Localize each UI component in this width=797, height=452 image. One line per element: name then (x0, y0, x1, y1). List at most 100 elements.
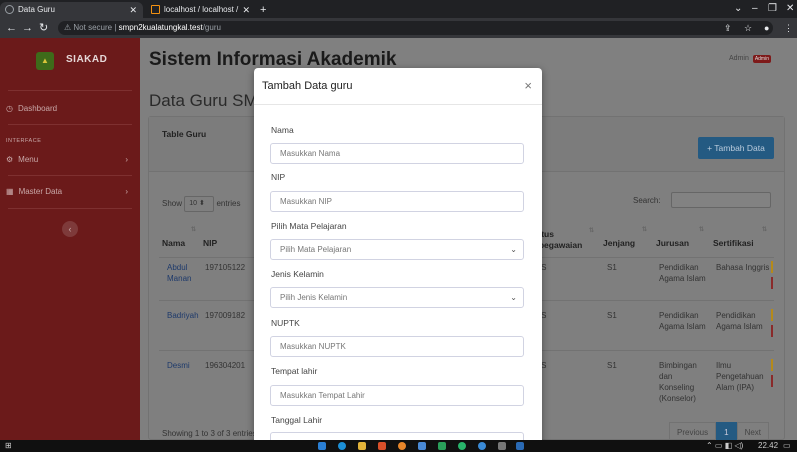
pagination-next[interactable]: Next (736, 422, 770, 440)
search-label: Search: (633, 196, 661, 205)
nuptk-input[interactable]: Masukkan NUPTK (270, 336, 524, 357)
nama-input[interactable]: Masukkan Nama (270, 143, 524, 164)
sidebar-brand[interactable]: ▲ SIAKAD (0, 38, 140, 80)
profile-icon[interactable]: ● (764, 21, 769, 35)
brand-name: SIAKAD (66, 54, 108, 65)
chrome-icon[interactable] (398, 442, 406, 450)
action-delete-button[interactable] (771, 375, 773, 387)
security-label: Not secure (73, 23, 113, 32)
close-tab-icon[interactable]: ✕ (242, 2, 250, 18)
tanggal-lahir-input[interactable] (270, 432, 524, 440)
reload-icon[interactable]: ↻ (39, 21, 48, 35)
modal-header: Tambah Data guru × (254, 68, 542, 105)
tab-data-guru[interactable]: Data Guru ✕ (0, 2, 143, 18)
sort-icon: ⇅ (641, 227, 647, 233)
user-name: Admin (729, 55, 749, 62)
new-tab-icon[interactable]: + (260, 2, 266, 18)
pagination-page-1[interactable]: 1 (716, 422, 737, 440)
column-header-sertifikasi[interactable]: ⇅ Sertifikasi (713, 220, 771, 256)
back-icon[interactable]: ← (6, 21, 17, 35)
sidebar-heading: INTERFACE (6, 138, 42, 144)
cell-nama[interactable]: Badriyah (167, 310, 199, 321)
cell-nama[interactable]: Desmi (167, 360, 190, 371)
cell-sertifikasi: Bahasa Inggris (716, 263, 770, 272)
field-label-mapel: Pilih Mata Pelajaran (271, 221, 347, 231)
select-value: Pilih Mata Pelajaran (280, 245, 352, 254)
bookmark-star-icon[interactable]: ☆ (744, 21, 752, 35)
vscode-icon[interactable] (318, 442, 326, 450)
entries-select[interactable]: 10 ⬍ (184, 196, 215, 212)
field-label-tanggal-lahir: Tanggal Lahir (271, 415, 323, 425)
app-icon[interactable] (498, 442, 506, 450)
cell-nama[interactable]: Abdul Manan (167, 262, 201, 284)
clock: 22.42 (758, 441, 779, 450)
system-tray-icons[interactable]: ⌃ ▭ ◧ ◁) (706, 441, 743, 451)
window-close-icon[interactable]: ✕ (786, 2, 794, 16)
dashboard-icon: ◷ (6, 104, 13, 113)
tab-label: Data Guru (18, 5, 55, 14)
action-edit-button[interactable] (771, 309, 773, 321)
phpmyadmin-icon (151, 5, 160, 14)
column-header-nama[interactable]: ⇅ Nama (162, 220, 200, 256)
sidebar-toggle-button[interactable]: ‹ (62, 221, 78, 237)
action-edit-button[interactable] (771, 261, 773, 273)
app-icon[interactable] (516, 442, 524, 450)
cell-jenjang: S1 (607, 361, 617, 370)
column-header-jenjang[interactable]: ⇅ Jenjang (603, 220, 651, 256)
cell-jurusan: Pendidikan Agama Islam (659, 311, 706, 331)
menu-kebab-icon[interactable]: ⋮ (784, 21, 793, 35)
cell-nip: 196304201 (205, 361, 246, 370)
app-icon[interactable] (458, 442, 466, 450)
app-icon[interactable] (478, 442, 486, 450)
tab-search-chevron-icon[interactable]: ⌄ (734, 2, 742, 16)
pagination-previous[interactable]: Previous (669, 422, 717, 440)
sidebar-item-menu[interactable]: ⚙ Menu (6, 155, 134, 164)
tab-phpmyadmin[interactable]: localhost / localhost / smp2kuala ✕ (146, 2, 256, 30)
column-header-jurusan[interactable]: ⇅ Jurusan (656, 220, 708, 256)
minimize-icon[interactable]: – (752, 2, 758, 16)
cell-sertifikasi: Pendidikan Agama Islam (716, 311, 763, 331)
address-toolbar: ← → ↻ ⚠ Not secure | smpn2kualatungkal.t… (0, 18, 797, 38)
sidebar-item-label: Dashboard (17, 104, 58, 113)
tempat-lahir-input[interactable]: Masukkan Tempat Lahir (270, 385, 524, 406)
field-label-jenis-kelamin: Jenis Kelamin (271, 269, 324, 279)
sort-icon: ⇅ (190, 227, 196, 233)
edge-icon[interactable] (338, 442, 346, 450)
app-icon[interactable] (378, 442, 386, 450)
add-data-button[interactable]: + Tambah Data (698, 137, 774, 159)
restore-icon[interactable]: ❐ (768, 2, 777, 16)
notification-icon[interactable]: ▭ (783, 441, 791, 451)
mata-pelajaran-select[interactable]: Pilih Mata Pelajaran ⌄ (270, 239, 524, 260)
sidebar-item-label: Menu (18, 155, 39, 164)
url-path: /guru (202, 23, 221, 32)
sidebar-item-label: Master Data (18, 187, 63, 196)
action-delete-button[interactable] (771, 325, 773, 337)
browser-tab-strip: Data Guru ✕ localhost / localhost / smp2… (0, 0, 797, 30)
file-explorer-icon[interactable] (358, 442, 366, 450)
sort-icon: ⇅ (588, 228, 594, 234)
pagination: Previous 1 Next (669, 422, 770, 440)
action-edit-button[interactable] (771, 359, 773, 371)
app-icon[interactable] (418, 442, 426, 450)
table-icon: ▦ (6, 187, 14, 196)
close-tab-icon[interactable]: ✕ (129, 2, 137, 18)
modal-close-button[interactable]: × (524, 78, 532, 93)
address-bar[interactable]: ⚠ Not secure | smpn2kualatungkal.test/gu… (58, 21, 773, 35)
action-delete-button[interactable] (771, 277, 773, 289)
windows-start-icon[interactable]: ⊞ (5, 441, 12, 451)
sidebar: ▲ SIAKAD ◷ Dashboard INTERFACE ⚙ Menu › … (0, 38, 140, 440)
share-icon[interactable]: ⇪ (724, 21, 732, 35)
nip-input[interactable]: Masukkan NIP (270, 191, 524, 212)
show-label: Show (162, 199, 183, 209)
modal-title: Tambah Data guru (262, 80, 353, 92)
user-menu[interactable]: Admin Admin (729, 55, 771, 63)
jenis-kelamin-select[interactable]: Pilih Jenis Kelamin ⌄ (270, 287, 524, 308)
forward-icon[interactable]: → (22, 21, 33, 35)
sidebar-item-dashboard[interactable]: ◷ Dashboard (6, 104, 57, 113)
field-label-tempat-lahir: Tempat lahir (271, 366, 318, 376)
search-input[interactable] (671, 192, 771, 208)
sidebar-item-master-data[interactable]: ▦ Master Data (6, 187, 62, 196)
app-icon[interactable] (438, 442, 446, 450)
table-info: Showing 1 to 3 of 3 entries (162, 429, 257, 438)
app-viewport: ▲ SIAKAD ◷ Dashboard INTERFACE ⚙ Menu › … (0, 38, 797, 440)
